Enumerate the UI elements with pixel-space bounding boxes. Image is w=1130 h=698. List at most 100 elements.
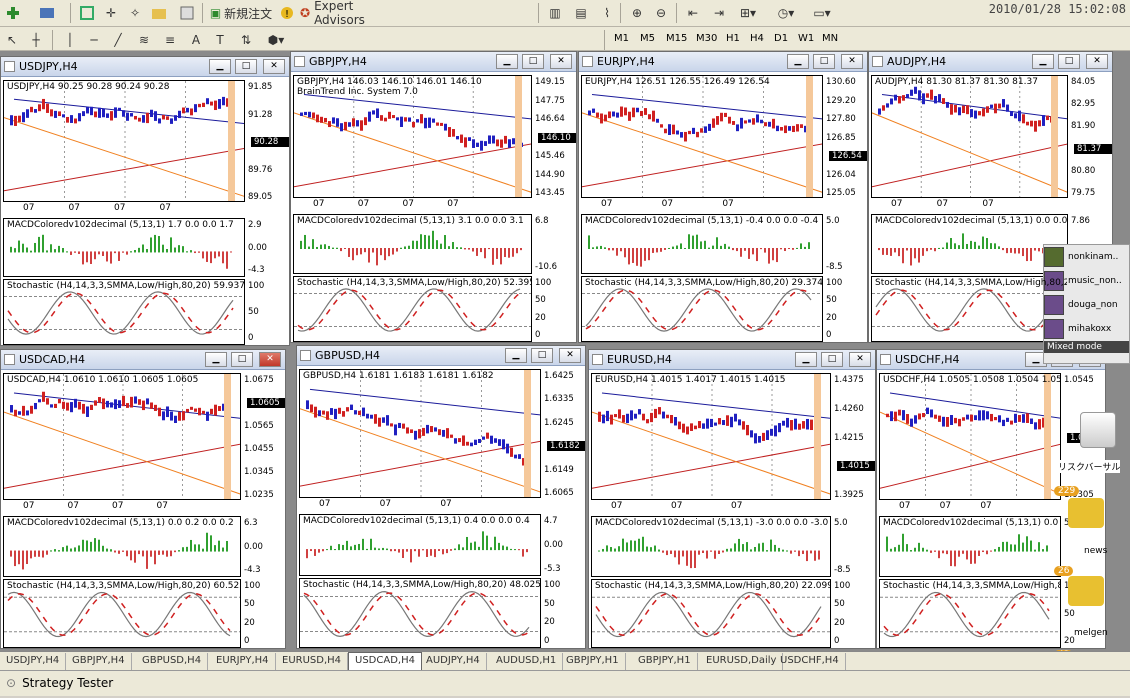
sidebar-item[interactable]: mihakoxx — [1044, 317, 1129, 341]
close-button[interactable]: ✕ — [1086, 54, 1108, 69]
chart-window[interactable]: GBPUSD,H4 ▁ □ ✕ GBPUSD,H4 1.6181 1.6183 … — [296, 345, 586, 649]
close-button[interactable]: ✕ — [841, 54, 863, 69]
auto-scroll-icon[interactable]: ⇥ — [708, 2, 730, 24]
price-pane[interactable]: GBPUSD,H4 1.6181 1.6183 1.6181 1.6182 — [299, 369, 541, 498]
folder-icon[interactable] — [148, 2, 170, 24]
timeframe-h1[interactable]: H1 — [726, 33, 740, 44]
stochastic-pane[interactable]: Stochastic (H4,14,3,3,SMMA,Low/High,80,2… — [3, 579, 241, 648]
warning-icon[interactable]: ! — [278, 2, 296, 24]
terminal-icon[interactable]: ✧ — [124, 2, 146, 24]
crosshair-icon[interactable]: ┼ — [26, 29, 46, 51]
close-button[interactable]: ✕ — [559, 348, 581, 363]
candle-chart-icon[interactable]: ▤ — [570, 2, 592, 24]
equidistant-channel-icon[interactable]: ≋ — [134, 29, 154, 51]
chart-tab[interactable]: EURUSD,H4 — [276, 653, 349, 670]
window-titlebar[interactable]: AUDJPY,H4 ▁ □ ✕ — [869, 52, 1112, 72]
macd-pane[interactable]: MACDColoredv102decimal (5,13,1) 0.0 2.5 … — [879, 516, 1061, 577]
chart-tab[interactable]: USDJPY,H4 — [0, 653, 67, 670]
chart-window[interactable]: USDCAD,H4 ▁ □ ✕ USDCAD,H4 1.0610 1.0610 … — [0, 349, 286, 649]
chart-window[interactable]: GBPJPY,H4 ▁ □ ✕ GBPJPY,H4 146.03 146.10 … — [290, 51, 577, 343]
macd-pane[interactable]: MACDColoredv102decimal (5,13,1) 0.4 0.0 … — [299, 514, 541, 576]
timeframe-w1[interactable]: W1 — [798, 33, 814, 44]
minimize-button[interactable]: ▁ — [795, 352, 817, 367]
close-button[interactable]: ✕ — [849, 352, 871, 367]
timeframe-m1[interactable]: M1 — [614, 33, 629, 44]
chart-shift-icon[interactable]: ⇤ — [682, 2, 704, 24]
stochastic-pane[interactable]: Stochastic (H4,14,3,3,SMMA,Low/High,80,2… — [591, 579, 831, 648]
fibonacci-icon[interactable]: ≡ — [160, 29, 180, 51]
macd-pane[interactable]: MACDColoredv102decimal (5,13,1) 3.1 0.0 … — [293, 214, 532, 274]
chart-tab[interactable]: EURJPY,H4 — [210, 653, 276, 670]
chart-area[interactable]: EURUSD,H4 1.4015 1.4017 1.4015 1.4015 07… — [589, 371, 875, 648]
strategy-tester-button[interactable]: ⊙ Strategy Tester — [6, 676, 113, 690]
chart-tab[interactable]: GBPUSD,H4 — [136, 653, 209, 670]
close-button[interactable]: ✕ — [550, 54, 572, 69]
minimize-button[interactable]: ▁ — [205, 352, 227, 367]
timeframe-m30[interactable]: M30 — [696, 33, 717, 44]
sidebar-item[interactable]: nonkinam.. — [1044, 245, 1129, 269]
price-pane[interactable]: AUDJPY,H4 81.30 81.37 81.30 81.37 — [871, 75, 1068, 198]
timeframe-mn[interactable]: MN — [822, 33, 838, 44]
cursor-icon[interactable]: ↖ — [2, 29, 22, 51]
maximize-button[interactable]: □ — [231, 352, 253, 367]
maximize-button[interactable]: □ — [235, 59, 257, 74]
minimize-button[interactable]: ▁ — [505, 348, 527, 363]
chart-area[interactable]: USDJPY,H4 90.25 90.28 90.24 90.28 07 07 07… — [1, 78, 289, 345]
vertical-line-icon[interactable]: │ — [60, 29, 80, 51]
price-pane[interactable]: USDJPY,H4 90.25 90.28 90.24 90.28 — [3, 80, 245, 202]
arrows-icon[interactable]: ⇅ — [236, 29, 256, 51]
price-pane[interactable]: EURUSD,H4 1.4015 1.4017 1.4015 1.4015 — [591, 373, 831, 500]
market-watch-icon[interactable] — [76, 2, 98, 24]
maximize-button[interactable]: □ — [821, 352, 843, 367]
trendline-icon[interactable]: ╱ — [108, 29, 128, 51]
price-pane[interactable]: USDCHF,H4 1.0505 1.0508 1.0504 1.0508 — [879, 373, 1061, 500]
window-titlebar[interactable]: EURUSD,H4 ▁ □ ✕ — [589, 350, 875, 370]
bar-chart-icon[interactable]: ▥ — [544, 2, 566, 24]
maximize-button[interactable]: □ — [531, 348, 553, 363]
chart-tab[interactable]: AUDJPY,H4 — [420, 653, 487, 670]
chart-window[interactable]: USDJPY,H4 ▁ □ ✕ USDJPY,H4 90.25 90.28 90… — [0, 56, 290, 346]
timeframe-m5[interactable]: M5 — [640, 33, 655, 44]
zoom-out-icon[interactable]: ⊖ — [650, 2, 672, 24]
horizontal-line-icon[interactable]: ─ — [84, 29, 104, 51]
line-chart-icon[interactable]: ⌇ — [596, 2, 618, 24]
text-label-icon[interactable]: T — [210, 29, 230, 51]
macd-pane[interactable]: MACDColoredv102decimal (5,13,1) -3.0 0.0… — [591, 516, 831, 577]
macd-pane[interactable]: MACDColoredv102decimal (5,13,1) -0.4 0.0… — [581, 214, 823, 274]
macd-pane[interactable]: MACDColoredv102decimal (5,13,1) 0.0 0.2 … — [3, 516, 241, 577]
sidebar-item[interactable]: douga_non — [1044, 293, 1129, 317]
expert-advisors-button[interactable]: ✪ Expert Advisors — [300, 0, 406, 27]
chart-tab[interactable]: USDCHF,H4 — [774, 653, 846, 670]
timeframe-h4[interactable]: H4 — [750, 33, 764, 44]
timeframe-d1[interactable]: D1 — [774, 33, 788, 44]
profiles-icon[interactable] — [34, 2, 62, 24]
price-pane[interactable]: GBPJPY,H4 146.03 146.10 146.01 146.10 Br… — [293, 75, 532, 198]
stochastic-pane[interactable]: Stochastic (H4,14,3,3,SMMA,Low/High,80,2… — [581, 276, 823, 342]
history-icon[interactable] — [176, 2, 198, 24]
maximize-button[interactable]: □ — [522, 54, 544, 69]
stochastic-pane[interactable]: Stochastic (H4,14,3,3,SMMA,Low/High,80,2… — [879, 579, 1061, 648]
periods-icon[interactable]: ◷▾ — [772, 2, 800, 24]
group-icon[interactable] — [1068, 576, 1104, 606]
group-icon[interactable] — [1068, 498, 1104, 528]
macd-pane[interactable]: MACDColoredv102decimal (5,13,1) 1.7 0.0 … — [3, 218, 245, 277]
window-titlebar[interactable]: USDCAD,H4 ▁ □ ✕ — [1, 350, 285, 370]
close-button[interactable]: ✕ — [263, 59, 285, 74]
new-chart-icon[interactable] — [2, 2, 24, 24]
templates-icon[interactable]: ▭▾ — [808, 2, 836, 24]
stochastic-pane[interactable]: Stochastic (H4,14,3,3,SMMA,Low/High,80,2… — [3, 279, 245, 345]
chart-window[interactable]: EURJPY,H4 ▁ □ ✕ EURJPY,H4 126.51 126.55 … — [578, 51, 868, 343]
minimize-button[interactable]: ▁ — [1032, 54, 1054, 69]
stochastic-pane[interactable]: Stochastic (H4,14,3,3,SMMA,Low/High,80,2… — [293, 276, 532, 342]
chart-area[interactable]: GBPUSD,H4 1.6181 1.6183 1.6181 1.6182 07… — [297, 367, 585, 648]
stochastic-pane[interactable]: Stochastic (H4,14,3,3,SMMA,Low/High,80,2… — [871, 276, 1068, 342]
minimize-button[interactable]: ▁ — [496, 54, 518, 69]
stochastic-pane[interactable]: Stochastic (H4,14,3,3,SMMA,Low/High,80,2… — [299, 578, 541, 648]
window-titlebar[interactable]: EURJPY,H4 ▁ □ ✕ — [579, 52, 867, 72]
chart-area[interactable]: GBPJPY,H4 146.03 146.10 146.01 146.10 Br… — [291, 73, 576, 342]
chart-tab[interactable]: GBPJPY,H1 — [632, 653, 698, 670]
indicators-icon[interactable]: ⊞▾ — [734, 2, 762, 24]
chart-tab[interactable]: EURUSD,Daily — [700, 653, 784, 670]
new-order-button[interactable]: ▣ 新規注文 — [208, 2, 274, 24]
zoom-in-icon[interactable]: ⊕ — [626, 2, 648, 24]
